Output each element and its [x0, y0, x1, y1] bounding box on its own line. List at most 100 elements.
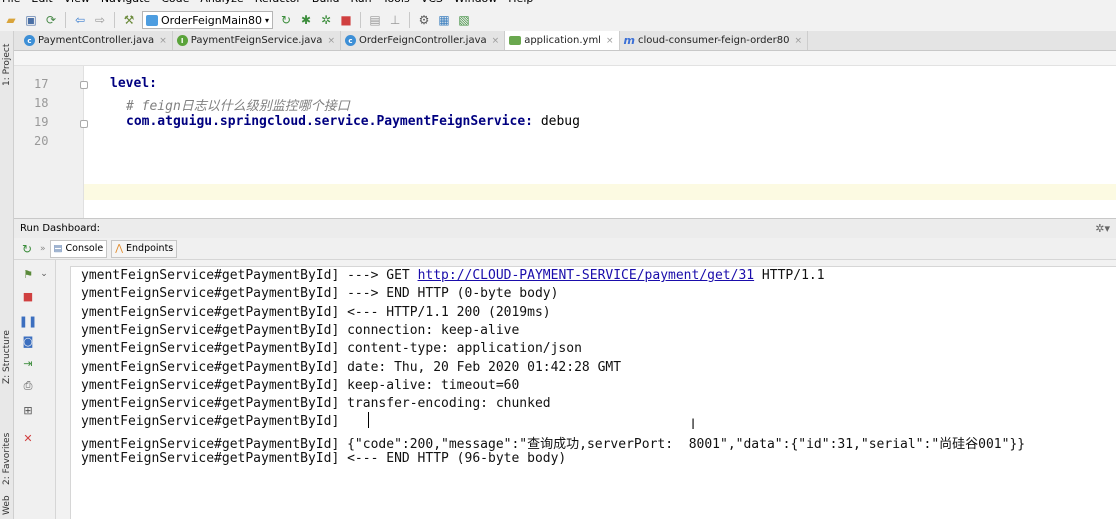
- menu-item[interactable]: File: [2, 0, 20, 5]
- log-text: date: Thu, 20 Feb 2020 01:42:28 GMT: [347, 359, 622, 375]
- editor-tab[interactable]: c PaymentController.java ×: [20, 31, 173, 50]
- terminal-icon[interactable]: ▧: [455, 11, 473, 29]
- open-folder-icon[interactable]: ▰: [2, 11, 20, 29]
- vcs-commit-icon[interactable]: ⊥: [386, 11, 404, 29]
- c-class-icon: c: [24, 35, 35, 46]
- menu-item[interactable]: Help: [508, 0, 533, 5]
- menu-item[interactable]: Code: [161, 0, 189, 5]
- camera-dump-icon[interactable]: ◙: [20, 333, 36, 349]
- restore-layout-icon[interactable]: ⇥: [20, 355, 36, 371]
- tab-console[interactable]: ▤ Console: [49, 239, 108, 258]
- code-line-level: level:: [110, 76, 157, 91]
- yml-icon: [509, 36, 522, 45]
- debug-bug-icon[interactable]: ✱: [297, 11, 315, 29]
- pause-icon[interactable]: ❚❚: [19, 313, 37, 329]
- editor-tab-label: OrderFeignController.java: [358, 35, 487, 46]
- editor-tab-label: PaymentFeignService.java: [190, 35, 323, 46]
- menu-item[interactable]: View: [64, 0, 90, 5]
- log-link[interactable]: http://CLOUD-PAYMENT-SERVICE/payment/get…: [418, 268, 755, 283]
- forward-arrow-icon[interactable]: ⇨: [91, 11, 109, 29]
- log-prefix: ymentFeignService#getPaymentById]: [81, 268, 348, 283]
- rerun-icon[interactable]: ↻: [277, 11, 295, 29]
- editor-top-strip: [14, 51, 1116, 66]
- chevron-right-icon[interactable]: »: [40, 244, 46, 254]
- menu-item[interactable]: Refactor: [255, 0, 301, 5]
- build-icon[interactable]: ⚒: [120, 11, 138, 29]
- tab-endpoints[interactable]: ⋀ Endpoints: [111, 239, 178, 258]
- log-text: ---> END HTTP (0-byte body): [347, 286, 559, 302]
- log-text: <--- HTTP/1.1 200 (2019ms): [347, 304, 551, 320]
- log-text: {"code":200,"message":"查询成功,serverPort: …: [347, 436, 1026, 452]
- gear-icon[interactable]: ✲▾: [1095, 222, 1110, 235]
- spring-boot-icon: [146, 14, 158, 26]
- print-icon[interactable]: ⎙: [20, 378, 36, 394]
- menu-item[interactable]: Analyze: [200, 0, 243, 5]
- run-configuration-select[interactable]: OrderFeignMain80 ▾: [142, 11, 274, 29]
- console-line: ymentFeignService#getPaymentById] <--- H…: [81, 305, 551, 320]
- toolbar: ▰ ▣ ⟳ ⇦ ⇨ ⚒ OrderFeignMain80 ▾ ↻ ✱ ✲ ■ ▤…: [0, 9, 1116, 31]
- layout-grid-icon[interactable]: ⊞: [20, 402, 36, 418]
- menu-item[interactable]: Edit: [31, 0, 52, 5]
- console-tab-bar: ↻ » ▤ Console ⋀ Endpoints: [14, 238, 1116, 260]
- menu-item[interactable]: VCS: [421, 0, 443, 5]
- log-prefix: ymentFeignService#getPaymentById]: [81, 451, 348, 466]
- log-text: keep-alive: timeout=60: [347, 377, 520, 393]
- close-icon[interactable]: ×: [606, 36, 614, 46]
- fold-marker-icon[interactable]: [80, 120, 88, 128]
- back-arrow-icon[interactable]: ⇦: [71, 11, 89, 29]
- code-editor[interactable]: 17 18 19 20 level: # feign日志以什么级别监控哪个接口 …: [14, 51, 1116, 218]
- editor-tab[interactable]: m cloud-consumer-feign-order80 ×: [619, 31, 809, 50]
- run-dashboard-header: Run Dashboard: ✲▾: [14, 218, 1116, 238]
- code-line-comment: # feign日志以什么级别监控哪个接口: [126, 99, 350, 114]
- close-icon[interactable]: ×: [794, 36, 802, 46]
- log-prefix: ymentFeignService#getPaymentById]: [81, 304, 348, 320]
- vcs-update-icon[interactable]: ▤: [366, 11, 384, 29]
- web-tool-tab[interactable]: Web: [0, 494, 14, 516]
- editor-tab-label: application.yml: [524, 35, 601, 46]
- log-text: ---> GET: [347, 268, 418, 283]
- structure-tool-tab[interactable]: Z: Structure: [0, 321, 14, 393]
- editor-tab[interactable]: application.yml ×: [505, 31, 620, 50]
- close-icon[interactable]: ×: [492, 36, 500, 46]
- close-icon[interactable]: ✕: [20, 430, 36, 446]
- log-prefix: ymentFeignService#getPaymentById]: [81, 341, 348, 357]
- log-prefix: ymentFeignService#getPaymentById]: [81, 359, 348, 375]
- save-icon[interactable]: ▣: [22, 11, 40, 29]
- editor-tab[interactable]: I PaymentFeignService.java ×: [172, 31, 341, 50]
- line-number: 17: [34, 77, 49, 91]
- c-class-icon: c: [344, 35, 356, 46]
- console-line: ymentFeignService#getPaymentById] ---> G…: [81, 268, 825, 283]
- editor-tab[interactable]: c OrderFeignController.java ×: [340, 31, 506, 50]
- menu-item[interactable]: Tools: [383, 0, 410, 5]
- stop-icon[interactable]: ■: [337, 11, 355, 29]
- menu-item[interactable]: Build: [312, 0, 340, 5]
- project-structure-icon[interactable]: ⚙: [415, 11, 433, 29]
- maven-m-icon: m: [623, 34, 635, 47]
- run-configuration-label: OrderFeignMain80: [161, 13, 263, 27]
- editor-tab-bar: c PaymentController.java × I PaymentFeignSer…: [14, 31, 1116, 51]
- rerun-icon[interactable]: ↻: [18, 240, 36, 258]
- collapse-chevron-icon[interactable]: ⌄: [36, 266, 52, 282]
- left-tool-strip: 1: Project Z: Structure 2: Favorites Web: [0, 31, 14, 519]
- console-line: ymentFeignService#getPaymentById] ---> E…: [81, 286, 558, 301]
- menu-item[interactable]: Navigate: [101, 0, 150, 5]
- console-output[interactable]: ymentFeignService#getPaymentById] ---> G…: [70, 266, 1116, 519]
- favorites-tool-tab[interactable]: 2: Favorites: [0, 426, 14, 491]
- sdk-icon[interactable]: ▦: [435, 11, 453, 29]
- close-icon[interactable]: ×: [159, 36, 167, 46]
- log-prefix: ymentFeignService#getPaymentById]: [81, 377, 348, 393]
- close-icon[interactable]: ×: [327, 36, 335, 46]
- services-tree-icon[interactable]: ⚑: [20, 266, 36, 282]
- fold-marker-icon[interactable]: [80, 81, 88, 89]
- project-tool-tab[interactable]: 1: Project: [0, 35, 14, 95]
- line-number: 20: [34, 134, 49, 148]
- menu-item[interactable]: Window: [454, 0, 497, 5]
- menu-item[interactable]: Run: [351, 0, 372, 5]
- console-line: ymentFeignService#getPaymentById]: [81, 414, 347, 429]
- log-text: <--- END HTTP (96-byte body): [347, 451, 567, 466]
- line-number: 19: [34, 115, 49, 129]
- sync-icon[interactable]: ⟳: [42, 11, 60, 29]
- coverage-icon[interactable]: ✲: [317, 11, 335, 29]
- endpoints-icon: ⋀: [115, 243, 124, 254]
- stop-icon[interactable]: ■: [20, 288, 36, 304]
